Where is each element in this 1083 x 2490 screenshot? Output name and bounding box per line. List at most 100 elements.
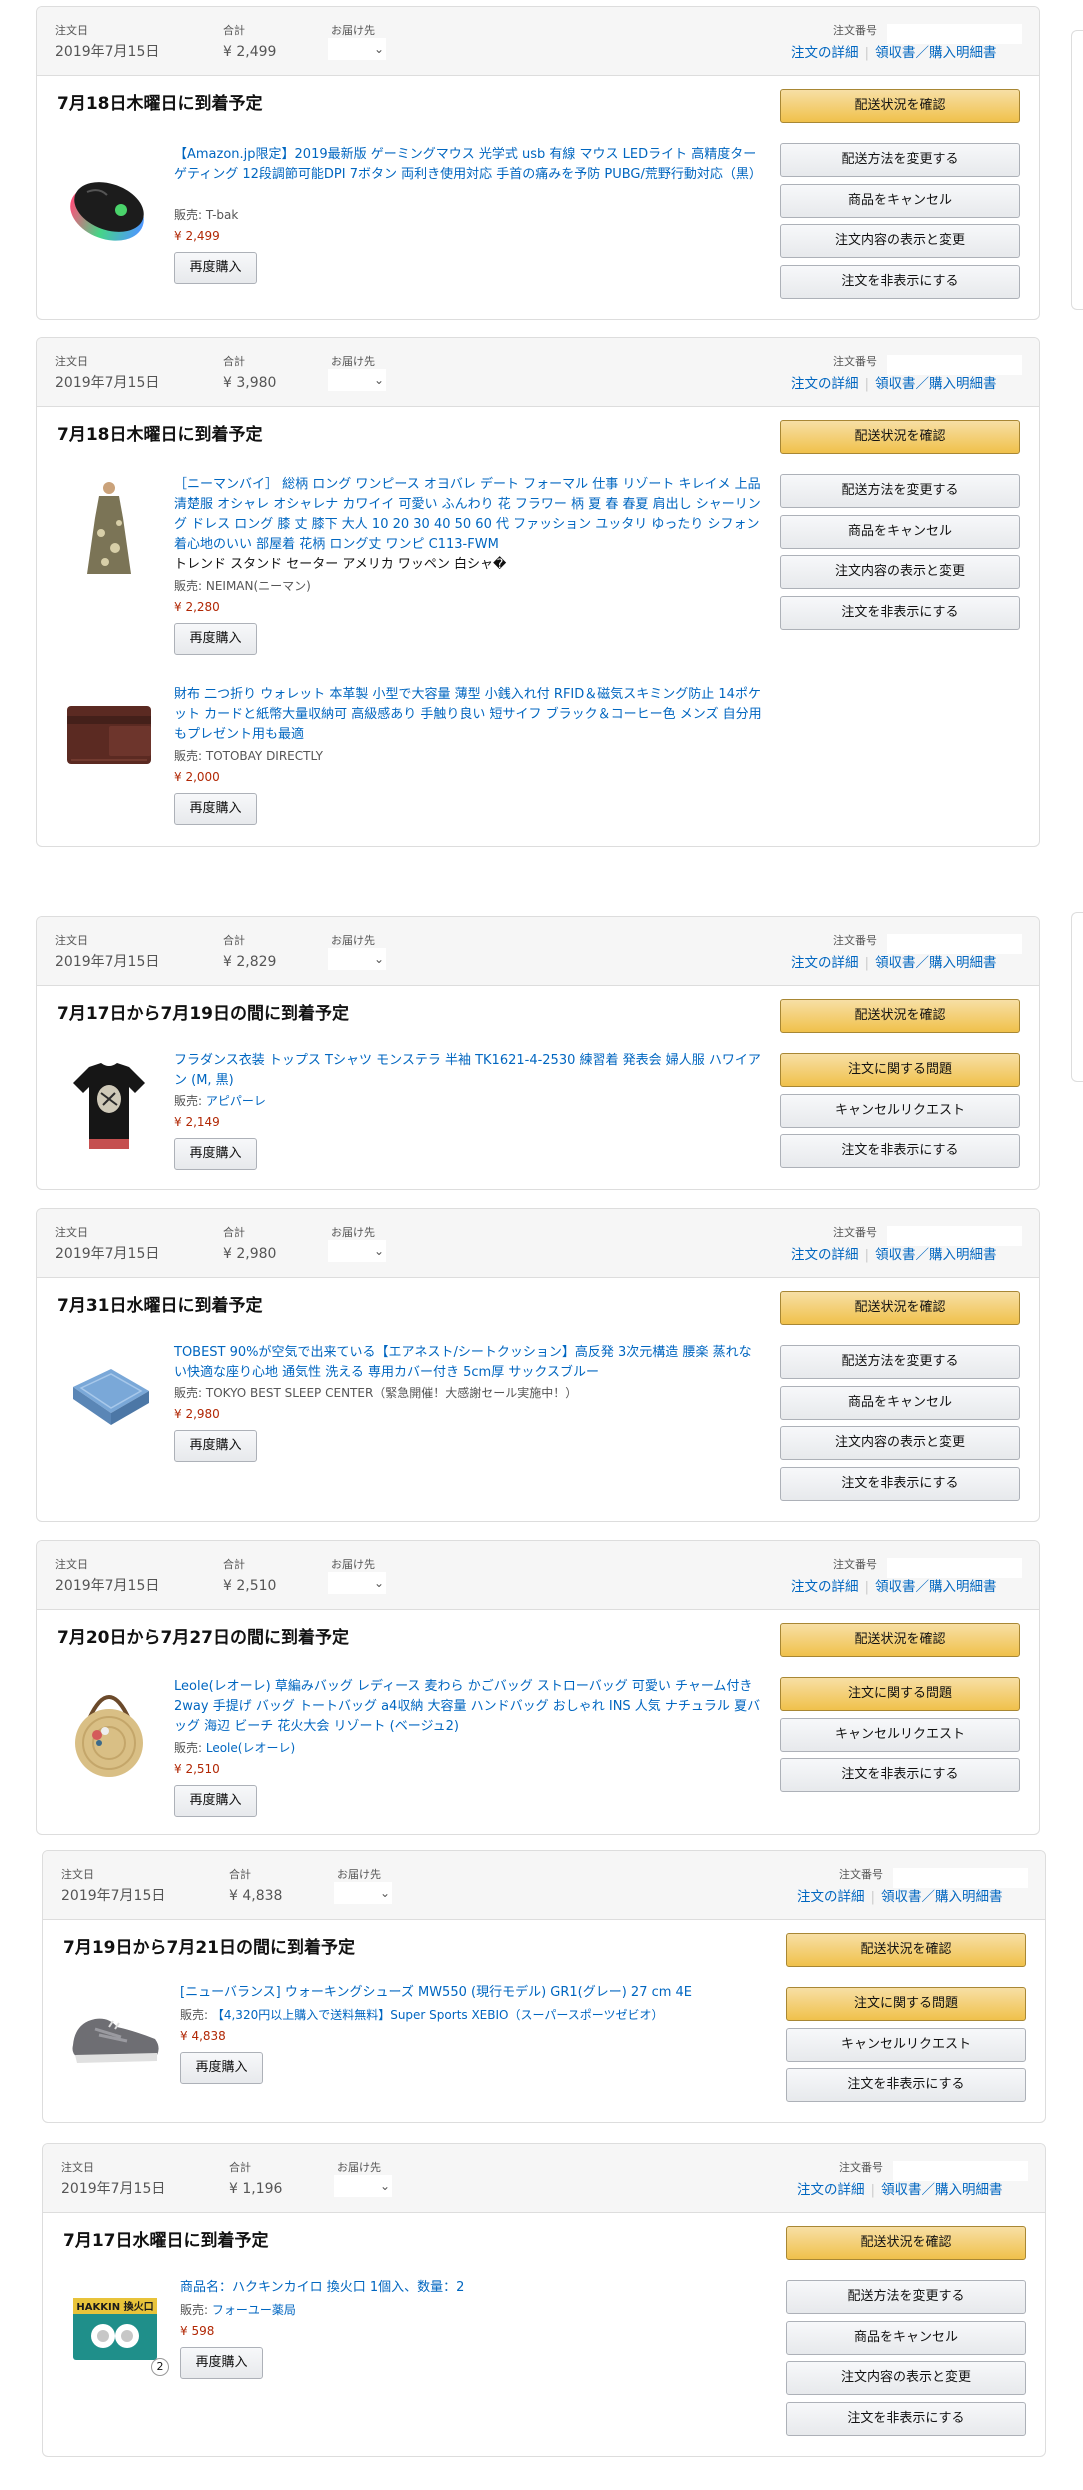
order-details-link[interactable]: 注文の詳細 bbox=[791, 376, 859, 392]
ship-to-dropdown[interactable]: ⌄ bbox=[328, 1572, 386, 1594]
rebuy-button[interactable]: 再度購入 bbox=[174, 793, 257, 825]
order-number-redacted bbox=[893, 2161, 1028, 2181]
ship-to-dropdown[interactable]: ⌄ bbox=[328, 948, 386, 970]
change-shipping-button[interactable]: 配送方法を変更する bbox=[780, 143, 1020, 177]
track-package-button[interactable]: 配送状況を確認 bbox=[780, 89, 1020, 123]
quantity-badge: 2 bbox=[151, 2358, 169, 2376]
view-change-order-button[interactable]: 注文内容の表示と変更 bbox=[786, 2361, 1026, 2395]
ship-to-dropdown[interactable]: ⌄ bbox=[328, 1240, 386, 1262]
total-label: 合計 bbox=[229, 2161, 251, 2174]
gaming-mouse-image[interactable] bbox=[59, 157, 159, 257]
hide-order-button[interactable]: 注文を非表示にする bbox=[780, 1758, 1020, 1792]
rebuy-button[interactable]: 再度購入 bbox=[174, 1785, 257, 1817]
rebuy-button[interactable]: 再度購入 bbox=[180, 2052, 263, 2084]
chevron-down-icon: ⌄ bbox=[373, 1576, 384, 1590]
dress-image[interactable] bbox=[59, 478, 159, 578]
sneaker-image[interactable] bbox=[65, 1983, 165, 2083]
seller-name: 販売: TOTOBAY DIRECTLY bbox=[174, 749, 323, 763]
order-total: ¥ 3,980 bbox=[223, 375, 277, 391]
track-package-button[interactable]: 配送状況を確認 bbox=[780, 1291, 1020, 1325]
cancel-items-button[interactable]: 商品をキャンセル bbox=[780, 515, 1020, 549]
seller-link[interactable]: フォーユー薬局 bbox=[212, 2303, 296, 2317]
product-title-link[interactable]: フラダンス衣装 トップス Tシャツ モンステラ 半袖 TK1621-4-2530… bbox=[174, 1051, 764, 1091]
seller-name: 販売: NEIMAN(ニーマン) bbox=[174, 579, 311, 593]
tshirt-image[interactable] bbox=[59, 1053, 159, 1153]
seller-prefix: 販売: bbox=[180, 2008, 212, 2022]
order-total: ¥ 4,838 bbox=[229, 1888, 283, 1904]
product-title-link[interactable]: TOBEST 90%が空気で出来ている【エアネスト/シートクッション】高反発 3… bbox=[174, 1343, 764, 1383]
hide-order-button[interactable]: 注文を非表示にする bbox=[786, 2068, 1026, 2102]
order-details-link[interactable]: 注文の詳細 bbox=[791, 1579, 859, 1595]
change-shipping-button[interactable]: 配送方法を変更する bbox=[780, 1345, 1020, 1379]
product-title-link[interactable]: [ニューバランス] ウォーキングシューズ MW550 (現行モデル) GR1(グ… bbox=[180, 1983, 770, 2003]
ship-to-dropdown[interactable]: ⌄ bbox=[328, 369, 386, 391]
cancel-items-button[interactable]: 商品をキャンセル bbox=[780, 1386, 1020, 1420]
product-title-link[interactable]: 商品名：ハクキンカイロ 換火口 1個入、数量：2 bbox=[180, 2278, 770, 2298]
order-details-link[interactable]: 注文の詳細 bbox=[791, 955, 859, 971]
wallet-image[interactable] bbox=[59, 686, 159, 786]
seller-link[interactable]: アピパーレ bbox=[206, 1094, 266, 1108]
hide-order-button[interactable]: 注文を非表示にする bbox=[780, 596, 1020, 630]
product-title-link[interactable]: Leole(レオーレ) 草編みバッグ レディース 麦わら かごバッグ ストローバ… bbox=[174, 1677, 764, 1737]
order-total: ¥ 2,499 bbox=[223, 44, 277, 60]
ship-to-dropdown[interactable]: ⌄ bbox=[334, 1882, 392, 1904]
seller-name: 販売: T-bak bbox=[174, 208, 239, 222]
track-package-button[interactable]: 配送状況を確認 bbox=[780, 999, 1020, 1033]
order-problem-button[interactable]: 注文に関する問題 bbox=[780, 1053, 1020, 1087]
seat-cushion-image[interactable] bbox=[59, 1347, 159, 1447]
order-details-link[interactable]: 注文の詳細 bbox=[791, 45, 859, 61]
cancel-request-button[interactable]: キャンセルリクエスト bbox=[786, 2028, 1026, 2062]
ship-to-dropdown[interactable]: ⌄ bbox=[334, 2175, 392, 2197]
rebuy-button[interactable]: 再度購入 bbox=[174, 252, 257, 284]
order-details-link[interactable]: 注文の詳細 bbox=[797, 2182, 865, 2198]
receipt-link[interactable]: 領収書／購入明細書 bbox=[875, 955, 997, 971]
ship-to-dropdown[interactable]: ⌄ bbox=[328, 38, 386, 60]
ship-to-label: お届け先 bbox=[331, 1558, 375, 1571]
order-card: 注文日 2019年7月15日 合計 ¥ 1,196 お届け先 ⌄ 注文番号 注文… bbox=[42, 2143, 1046, 2457]
order-details-link[interactable]: 注文の詳細 bbox=[797, 1889, 865, 1905]
seller-prefix: 販売: bbox=[180, 2303, 212, 2317]
rebuy-button[interactable]: 再度購入 bbox=[174, 623, 257, 655]
product-title-link[interactable]: 財布 二つ折り ウォレット 本革製 小型で大容量 薄型 小銭入れ付 RFID＆磁… bbox=[174, 685, 764, 745]
seller-link[interactable]: 【4,320円以上購入で送料無料】Super Sports XEBIO（スーパー… bbox=[212, 2008, 664, 2022]
seller-link[interactable]: Leole(レオーレ) bbox=[206, 1741, 295, 1755]
hide-order-button[interactable]: 注文を非表示にする bbox=[780, 1467, 1020, 1501]
track-package-button[interactable]: 配送状況を確認 bbox=[780, 1623, 1020, 1657]
receipt-link[interactable]: 領収書／購入明細書 bbox=[875, 1579, 997, 1595]
hide-order-button[interactable]: 注文を非表示にする bbox=[780, 1134, 1020, 1168]
view-change-order-button[interactable]: 注文内容の表示と変更 bbox=[780, 555, 1020, 589]
track-package-button[interactable]: 配送状況を確認 bbox=[780, 420, 1020, 454]
cancel-items-button[interactable]: 商品をキャンセル bbox=[780, 184, 1020, 218]
rebuy-button[interactable]: 再度購入 bbox=[174, 1430, 257, 1462]
order-details-link[interactable]: 注文の詳細 bbox=[791, 1247, 859, 1263]
cancel-request-button[interactable]: キャンセルリクエスト bbox=[780, 1094, 1020, 1128]
hide-order-button[interactable]: 注文を非表示にする bbox=[786, 2402, 1026, 2436]
cancel-items-button[interactable]: 商品をキャンセル bbox=[786, 2321, 1026, 2355]
track-package-button[interactable]: 配送状況を確認 bbox=[786, 1933, 1026, 1967]
order-problem-button[interactable]: 注文に関する問題 bbox=[786, 1987, 1026, 2021]
receipt-link[interactable]: 領収書／購入明細書 bbox=[875, 376, 997, 392]
product-title-link[interactable]: 【Amazon.jp限定】2019最新版 ゲーミングマウス 光学式 usb 有線… bbox=[174, 145, 764, 185]
seller-name: 販売: TOKYO BEST SLEEP CENTER（緊急開催！大感謝セール実… bbox=[174, 1386, 578, 1400]
view-change-order-button[interactable]: 注文内容の表示と変更 bbox=[780, 224, 1020, 258]
rebuy-button[interactable]: 再度購入 bbox=[180, 2347, 263, 2379]
track-package-button[interactable]: 配送状況を確認 bbox=[786, 2226, 1026, 2260]
rebuy-button[interactable]: 再度購入 bbox=[174, 1138, 257, 1170]
product-title-link[interactable]: ［ニーマンバイ］ 総柄 ロング ワンピース オヨバレ デート フォーマル 仕事 … bbox=[174, 475, 764, 555]
straw-bag-image[interactable] bbox=[59, 1679, 159, 1779]
order-total: ¥ 2,829 bbox=[223, 954, 277, 970]
cancel-request-button[interactable]: キャンセルリクエスト bbox=[780, 1718, 1020, 1752]
hide-order-button[interactable]: 注文を非表示にする bbox=[780, 265, 1020, 299]
receipt-link[interactable]: 領収書／購入明細書 bbox=[875, 1247, 997, 1263]
order-date: 2019年7月15日 bbox=[55, 1578, 160, 1594]
product-subtitle: トレンド スタンド セーター アメリカ ワッペン 白シャ� bbox=[174, 557, 507, 572]
hand-warmer-image[interactable]: HAKKIN 換火口 bbox=[65, 2278, 165, 2378]
order-problem-button[interactable]: 注文に関する問題 bbox=[780, 1677, 1020, 1711]
receipt-link[interactable]: 領収書／購入明細書 bbox=[881, 2182, 1003, 2198]
delivery-eta: 7月18日木曜日に到着予定 bbox=[57, 94, 263, 114]
receipt-link[interactable]: 領収書／購入明細書 bbox=[881, 1889, 1003, 1905]
receipt-link[interactable]: 領収書／購入明細書 bbox=[875, 45, 997, 61]
change-shipping-button[interactable]: 配送方法を変更する bbox=[780, 474, 1020, 508]
view-change-order-button[interactable]: 注文内容の表示と変更 bbox=[780, 1426, 1020, 1460]
change-shipping-button[interactable]: 配送方法を変更する bbox=[786, 2280, 1026, 2314]
